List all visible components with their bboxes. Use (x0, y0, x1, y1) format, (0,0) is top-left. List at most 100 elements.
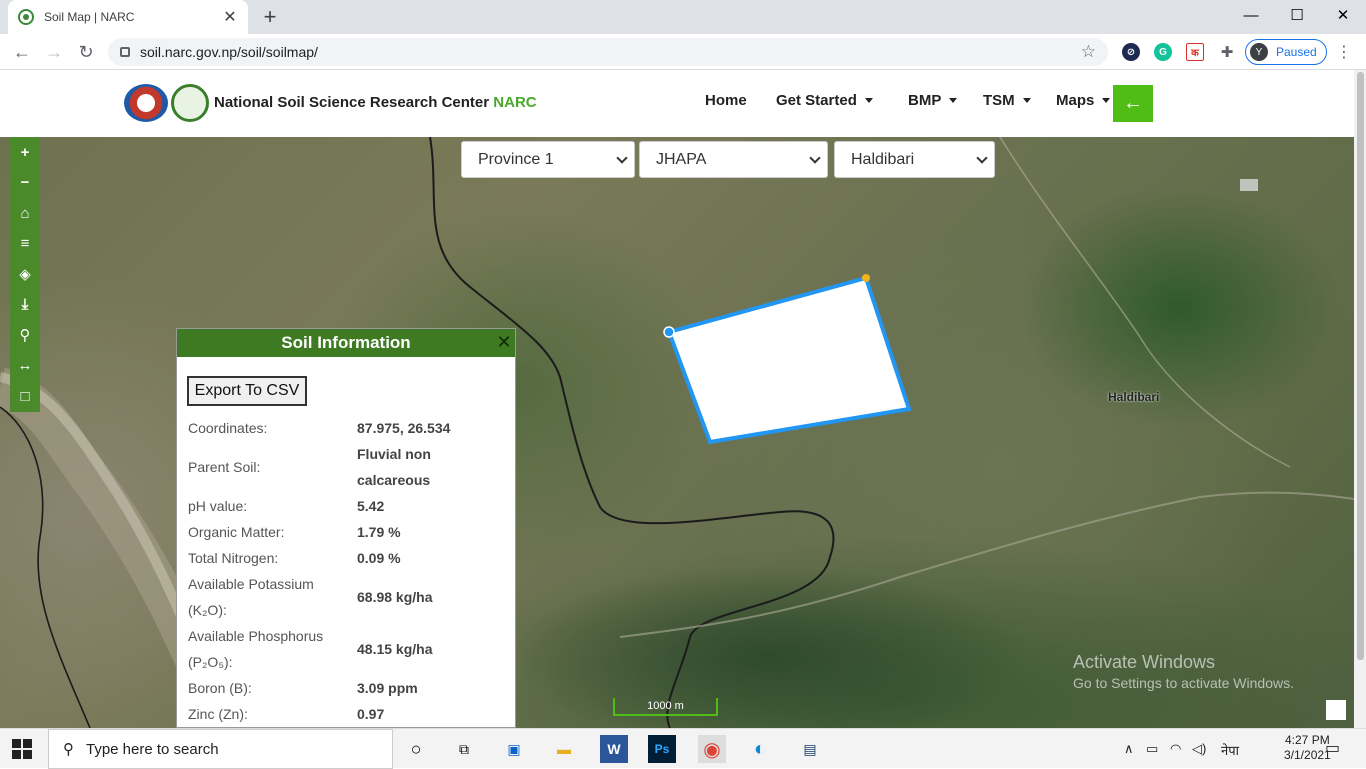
district-select-value: JHAPA (656, 150, 707, 168)
layers-icon[interactable]: ◈ (10, 259, 40, 290)
activate-windows-watermark: Activate Windows Go to Settings to activ… (1073, 652, 1294, 691)
download-icon[interactable]: ⤓ (10, 290, 40, 321)
row-value: 5.42 (357, 498, 385, 514)
row-value: 87.975, 26.534 (357, 420, 451, 436)
file-explorer-icon[interactable]: ▬ (550, 735, 578, 763)
compass-extension-icon[interactable]: ⊘ (1122, 43, 1140, 61)
satellite-map[interactable]: + − ⌂ ≡ ◈ ⤓ ⚲ ↔ □ Province 1 JHAPA Haldi… (0, 137, 1354, 728)
chevron-down-icon (809, 152, 821, 164)
new-tab-button[interactable]: + (258, 4, 282, 30)
nav-get-started-label: Get Started (776, 92, 857, 109)
row-value: 1.79 % (357, 524, 401, 540)
table-row: Zinc (Zn): 0.97 (177, 701, 515, 727)
browser-tab[interactable]: Soil Map | NARC ✕ (8, 0, 248, 34)
edge-icon[interactable]: ◐ (746, 735, 774, 763)
language-indicator[interactable]: नेपा (1221, 741, 1239, 759)
measure-distance-icon[interactable]: ↔ (10, 351, 40, 382)
table-row: Boron (B): 3.09 ppm (177, 675, 515, 701)
profile-button[interactable]: Y Paused (1245, 39, 1327, 65)
search-placeholder: Type here to search (86, 740, 219, 758)
polygon-vertex-handle[interactable] (862, 274, 870, 282)
caret-down-icon (1022, 98, 1031, 103)
puzzle-extensions-icon[interactable]: ✚ (1218, 43, 1236, 61)
export-csv-button[interactable]: Export To CSV (187, 376, 307, 406)
task-view-icon[interactable]: ⧉ (450, 735, 478, 763)
polygon-vertex-handle[interactable] (663, 326, 675, 338)
tab-close-icon[interactable]: ✕ (222, 7, 238, 27)
arrow-left-icon[interactable]: ← (1113, 85, 1153, 122)
row-value: 3.09 ppm (357, 680, 418, 696)
row-key: Organic Matter: (188, 524, 285, 540)
home-icon[interactable]: ⌂ (10, 198, 40, 229)
nepali-keyboard-extension-icon[interactable]: क (1186, 43, 1204, 61)
district-select[interactable]: JHAPA (639, 141, 828, 178)
chrome-menu-icon[interactable]: ⋮ (1336, 42, 1352, 62)
table-row: Total Nitrogen: 0.09 % (177, 545, 515, 571)
nav-get-started[interactable]: Get Started (776, 92, 873, 109)
address-bar[interactable]: soil.narc.gov.np/soil/soilmap/ ☆ (108, 38, 1108, 66)
place-label: Haldibari (1108, 390, 1160, 404)
site-title-text: National Soil Science Research Center (214, 94, 490, 111)
caret-down-icon (864, 98, 873, 103)
zoom-out-icon[interactable]: − (10, 168, 40, 199)
soil-information-panel: Soil Information ✕ Export To CSV Coordin… (176, 328, 516, 728)
reload-icon[interactable]: ↻ (74, 40, 98, 64)
store-icon[interactable]: ▣ (500, 735, 528, 763)
soil-info-table: Coordinates: 87.975, 26.534 Parent Soil:… (177, 415, 515, 727)
row-key: Available Phosphorus (P₂O₅): (177, 623, 357, 675)
site-header: National Soil Science Research Center NA… (0, 70, 1354, 137)
location-pin-icon[interactable]: ⚲ (10, 320, 40, 351)
nav-maps[interactable]: Maps (1056, 92, 1111, 109)
nav-bmp[interactable]: BMP (908, 92, 958, 109)
battery-icon[interactable]: ▭ (1146, 741, 1158, 757)
menu-icon[interactable]: ≡ (10, 229, 40, 260)
chrome-icon[interactable]: ◉ (698, 735, 726, 763)
taskbar-clock[interactable]: 4:27 PM 3/1/2021 (1284, 733, 1331, 763)
grammarly-extension-icon[interactable]: G (1154, 43, 1172, 61)
row-value: Fluvial non calcareous (357, 446, 431, 488)
avatar: Y (1250, 43, 1268, 61)
row-value: 0.97 (357, 706, 385, 722)
nav-home[interactable]: Home (705, 92, 747, 109)
watermark-line2: Go to Settings to activate Windows. (1073, 675, 1294, 691)
photoshop-icon[interactable]: Ps (648, 735, 676, 763)
row-key-formula: (P₂O₅): (188, 654, 233, 670)
bookmark-star-icon[interactable]: ☆ (1081, 42, 1096, 62)
windows-start-icon[interactable] (12, 739, 32, 759)
show-hidden-icons-icon[interactable]: ∧ (1124, 741, 1134, 757)
close-icon[interactable]: ✕ (495, 333, 513, 351)
browser-toolbar: ← → ↻ soil.narc.gov.np/soil/soilmap/ ☆ ⊘… (0, 34, 1366, 70)
back-arrow-icon[interactable]: ← (10, 40, 34, 64)
page-scrollbar[interactable] (1354, 70, 1366, 728)
site-title[interactable]: National Soil Science Research Center NA… (214, 94, 537, 111)
search-icon: ⚲ (63, 741, 74, 758)
volume-icon[interactable]: ◁) (1192, 741, 1206, 757)
row-value: 0.09 % (357, 550, 401, 566)
zoom-in-icon[interactable]: + (10, 137, 40, 168)
row-key: Zinc (Zn): (188, 706, 248, 722)
map-corner-control[interactable] (1326, 700, 1346, 720)
word-icon[interactable]: W (600, 735, 628, 763)
table-row: Available Phosphorus (P₂O₅): 48.15 kg/ha (177, 623, 515, 675)
chevron-down-icon (976, 152, 988, 164)
scrollbar-thumb[interactable] (1357, 72, 1364, 660)
notifications-icon[interactable]: ▭ (1325, 738, 1340, 758)
maximize-window-button[interactable]: ☐ (1274, 0, 1320, 30)
minimize-window-button[interactable]: — (1228, 0, 1274, 30)
measure-area-icon[interactable]: □ (10, 381, 40, 412)
nav-bmp-label: BMP (908, 92, 942, 109)
close-window-button[interactable]: ✕ (1320, 0, 1366, 30)
province-select-value: Province 1 (478, 150, 554, 168)
province-select[interactable]: Province 1 (461, 141, 635, 178)
site-title-accent: NARC (493, 94, 537, 111)
remote-desktop-icon[interactable]: ▤ (796, 735, 824, 763)
taskbar-search[interactable]: ⚲ Type here to search (48, 729, 393, 769)
cortana-icon[interactable]: ○ (402, 735, 430, 763)
nav-tsm[interactable]: TSM (983, 92, 1031, 109)
clock-time: 4:27 PM (1285, 733, 1330, 747)
forward-arrow-icon[interactable]: → (42, 40, 66, 64)
municipality-select[interactable]: Haldibari (834, 141, 995, 178)
wifi-icon[interactable]: ◠ (1170, 741, 1181, 757)
table-row: Coordinates: 87.975, 26.534 (177, 415, 515, 441)
selected-area-polygon[interactable] (666, 275, 912, 445)
